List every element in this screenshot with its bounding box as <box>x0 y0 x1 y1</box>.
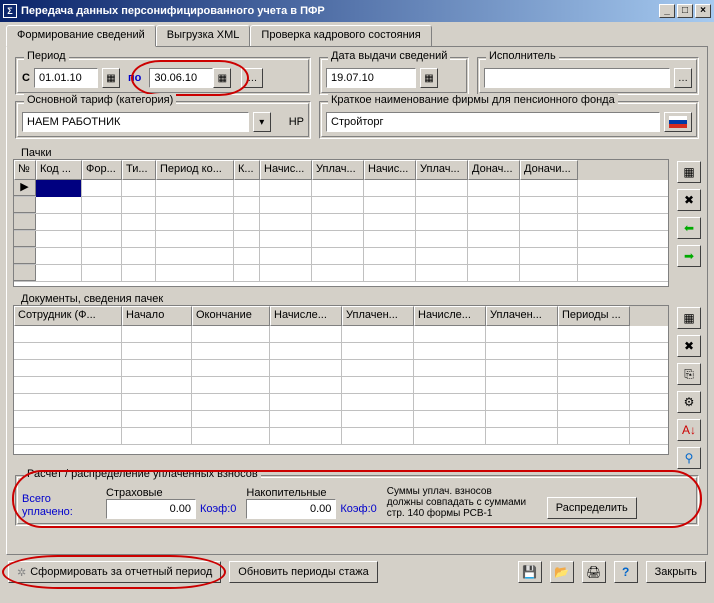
gear-icon: ✲ <box>17 566 26 579</box>
packs-delete-button[interactable]: ✖ <box>677 189 701 211</box>
tariff-combo[interactable] <box>22 112 249 132</box>
table-row[interactable] <box>14 231 668 248</box>
issue-date-legend: Дата выдачи сведений <box>328 50 450 62</box>
packs-col-header[interactable]: № <box>14 160 36 180</box>
docs-copy-button[interactable]: ⎘ <box>677 363 701 385</box>
period-to-input[interactable] <box>149 68 213 88</box>
docs-col-header[interactable]: Окончание <box>192 306 270 326</box>
help-icon-button[interactable]: ? <box>614 561 638 583</box>
russia-flag-icon <box>669 116 687 128</box>
period-to-calendar-icon[interactable]: ▦ <box>213 68 231 88</box>
tariff-code-label: НР <box>289 116 304 128</box>
table-row[interactable] <box>14 214 668 231</box>
close-window-button[interactable]: × <box>695 4 711 18</box>
packs-grid[interactable]: №Код ...Фор...Ти...Период ко...К...Начис… <box>13 159 669 287</box>
table-row[interactable] <box>14 248 668 265</box>
form-period-button[interactable]: ✲ Сформировать за отчетный период <box>8 561 221 583</box>
savings-label: Накопительные <box>246 487 376 499</box>
table-row[interactable] <box>14 326 668 343</box>
refresh-periods-button[interactable]: Обновить периоды стажа <box>229 561 377 583</box>
open-icon-button[interactable]: 📂 <box>550 561 574 583</box>
executor-input[interactable] <box>484 68 670 88</box>
table-row[interactable] <box>14 428 668 445</box>
window-title: Передача данных персонифицированного уче… <box>21 5 325 17</box>
table-row[interactable] <box>14 197 668 214</box>
docs-col-header[interactable]: Уплачен... <box>342 306 414 326</box>
table-row[interactable] <box>14 377 668 394</box>
docs-col-header[interactable]: Сотрудник (Ф... <box>14 306 122 326</box>
period-ellipsis-button[interactable]: … <box>241 68 263 88</box>
calc-note-line3: стр. 140 формы РСВ-1 <box>387 508 537 519</box>
docs-delete-button[interactable]: ✖ <box>677 335 701 357</box>
table-row[interactable]: ▶ <box>14 180 668 197</box>
issue-date-calendar-icon[interactable]: ▦ <box>420 68 438 88</box>
table-row[interactable] <box>14 394 668 411</box>
docs-col-header[interactable]: Начисле... <box>414 306 486 326</box>
insurance-input[interactable] <box>106 499 196 519</box>
tab-export-xml[interactable]: Выгрузка XML <box>156 25 251 46</box>
table-row[interactable] <box>14 343 668 360</box>
period-from-calendar-icon[interactable]: ▦ <box>102 68 120 88</box>
period-from-input[interactable] <box>34 68 98 88</box>
period-from-label: С <box>22 72 30 84</box>
docs-label: Документы, сведения пачек <box>21 293 701 305</box>
packs-col-header[interactable]: Начис... <box>364 160 416 180</box>
executor-legend: Исполнитель <box>486 50 559 62</box>
period-to-label: по <box>128 72 141 84</box>
packs-col-header[interactable]: Донач... <box>468 160 520 180</box>
distribute-button[interactable]: Распределить <box>547 497 637 519</box>
firm-input[interactable] <box>326 112 660 132</box>
tariff-legend: Основной тариф (категория) <box>24 94 176 106</box>
docs-sort-button[interactable]: A↓ <box>677 419 701 441</box>
packs-col-header[interactable]: Уплач... <box>312 160 364 180</box>
packs-label: Пачки <box>21 147 701 159</box>
docs-find-button[interactable]: ⚲ <box>677 447 701 469</box>
packs-moveup-button[interactable]: ⬅ <box>677 217 701 239</box>
savings-coef: Коэф:0 <box>340 503 376 515</box>
close-button[interactable]: Закрыть <box>646 561 706 583</box>
save-icon-button[interactable]: 💾 <box>518 561 542 583</box>
packs-col-header[interactable]: Код ... <box>36 160 82 180</box>
calc-note-line2: должны совпадать с суммами <box>387 497 537 508</box>
executor-ellipsis-button[interactable]: … <box>674 68 692 88</box>
minimize-button[interactable]: _ <box>659 4 675 18</box>
period-legend: Период <box>24 50 69 62</box>
packs-col-header[interactable]: Период ко... <box>156 160 234 180</box>
calc-note-line1: Суммы уплач. взносов <box>387 486 537 497</box>
table-row[interactable] <box>14 360 668 377</box>
packs-col-header[interactable]: Начис... <box>260 160 312 180</box>
packs-movedown-button[interactable]: ➡ <box>677 245 701 267</box>
firm-flag-button[interactable] <box>664 112 692 132</box>
title-bar: Σ Передача данных персонифицированного у… <box>0 0 714 22</box>
tariff-dropdown-icon[interactable]: ▾ <box>253 112 271 132</box>
firm-legend: Краткое наименование фирмы для пенсионно… <box>328 94 618 106</box>
table-row[interactable] <box>14 265 668 282</box>
calc-legend: Расчет / распределение уплаченных взносо… <box>24 468 261 480</box>
insurance-label: Страховые <box>106 487 236 499</box>
docs-props-button[interactable]: ⚙ <box>677 391 701 413</box>
maximize-button[interactable]: □ <box>677 4 693 18</box>
docs-col-header[interactable]: Начало <box>122 306 192 326</box>
packs-col-header[interactable]: Уплач... <box>416 160 468 180</box>
insurance-coef: Коэф:0 <box>200 503 236 515</box>
docs-col-header[interactable]: Начисле... <box>270 306 342 326</box>
tab-formation[interactable]: Формирование сведений <box>6 25 156 47</box>
docs-col-header[interactable]: Периоды ... <box>558 306 630 326</box>
packs-col-header[interactable]: К... <box>234 160 260 180</box>
print-icon-button[interactable]: 🖨 <box>582 561 606 583</box>
docs-calc-button[interactable]: ▦ <box>677 307 701 329</box>
docs-grid[interactable]: Сотрудник (Ф...НачалоОкончаниеНачисле...… <box>13 305 669 455</box>
packs-col-header[interactable]: Ти... <box>122 160 156 180</box>
savings-input[interactable] <box>246 499 336 519</box>
packs-col-header[interactable]: Доначи... <box>520 160 578 180</box>
tab-hr-check[interactable]: Проверка кадрового состояния <box>250 25 431 46</box>
table-row[interactable] <box>14 411 668 428</box>
total-paid-label: Всего уплачено: <box>22 493 96 519</box>
docs-col-header[interactable]: Уплачен... <box>486 306 558 326</box>
packs-calc-button[interactable]: ▦ <box>677 161 701 183</box>
issue-date-input[interactable] <box>326 68 416 88</box>
tab-strip: Формирование сведений Выгрузка XML Прове… <box>6 25 708 47</box>
app-icon: Σ <box>3 4 17 18</box>
packs-col-header[interactable]: Фор... <box>82 160 122 180</box>
